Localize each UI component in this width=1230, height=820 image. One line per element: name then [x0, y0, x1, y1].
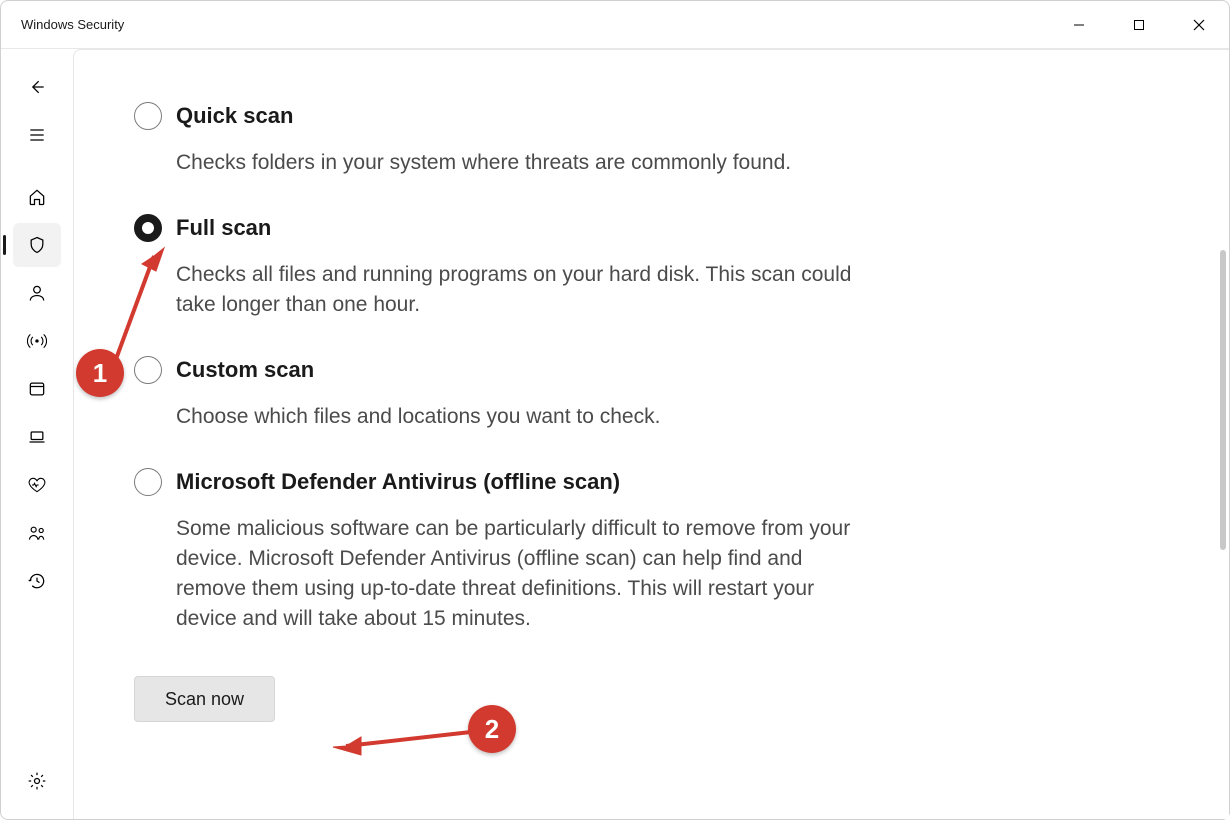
back-arrow-icon: [27, 77, 47, 97]
family-icon: [27, 523, 47, 543]
antenna-icon: [27, 331, 47, 351]
body: Quick scan Checks folders in your system…: [1, 49, 1229, 819]
radio-custom-scan[interactable]: [134, 356, 162, 384]
nav-home[interactable]: [13, 175, 61, 219]
window-icon: [27, 379, 47, 399]
maximize-icon: [1132, 18, 1146, 32]
shield-icon: [27, 235, 47, 255]
back-button[interactable]: [13, 65, 61, 109]
window-title: Windows Security: [21, 17, 124, 32]
nav-device-performance[interactable]: [13, 463, 61, 507]
radio-offline-scan[interactable]: [134, 468, 162, 496]
minimize-button[interactable]: [1049, 1, 1109, 48]
laptop-icon: [27, 427, 47, 447]
option-description: Choose which files and locations you wan…: [176, 402, 660, 432]
option-description: Checks folders in your system where thre…: [176, 148, 791, 178]
scan-options: Quick scan Checks folders in your system…: [134, 100, 874, 722]
option-title: Custom scan: [176, 354, 660, 386]
radio-full-scan[interactable]: [134, 214, 162, 242]
window-controls: [1049, 1, 1229, 48]
close-button[interactable]: [1169, 1, 1229, 48]
minimize-icon: [1072, 18, 1086, 32]
titlebar: Windows Security: [1, 1, 1229, 49]
nav-settings[interactable]: [13, 759, 61, 803]
option-title: Full scan: [176, 212, 874, 244]
option-offline-scan[interactable]: Microsoft Defender Antivirus (offline sc…: [134, 466, 874, 634]
home-icon: [27, 187, 47, 207]
maximize-button[interactable]: [1109, 1, 1169, 48]
hamburger-icon: [27, 125, 47, 145]
nav-family[interactable]: [13, 511, 61, 555]
gear-icon: [27, 771, 47, 791]
sidebar: [1, 49, 73, 819]
content-panel: Quick scan Checks folders in your system…: [73, 49, 1229, 819]
window: Windows Security: [0, 0, 1230, 820]
nav-virus-protection[interactable]: [13, 223, 61, 267]
scan-now-label: Scan now: [165, 689, 244, 710]
option-custom-scan[interactable]: Custom scan Choose which files and locat…: [134, 354, 874, 432]
option-description: Checks all files and running programs on…: [176, 260, 874, 320]
nav-history[interactable]: [13, 559, 61, 603]
person-icon: [27, 283, 47, 303]
scan-now-button[interactable]: Scan now: [134, 676, 275, 722]
option-description: Some malicious software can be particula…: [176, 514, 874, 634]
scrollbar[interactable]: [1220, 250, 1226, 550]
history-icon: [27, 571, 47, 591]
option-title: Quick scan: [176, 100, 791, 132]
option-full-scan[interactable]: Full scan Checks all files and running p…: [134, 212, 874, 320]
nav-device-security[interactable]: [13, 415, 61, 459]
radio-quick-scan[interactable]: [134, 102, 162, 130]
nav-app-browser[interactable]: [13, 367, 61, 411]
option-title: Microsoft Defender Antivirus (offline sc…: [176, 466, 874, 498]
close-icon: [1192, 18, 1206, 32]
heart-pulse-icon: [27, 475, 47, 495]
nav-firewall[interactable]: [13, 319, 61, 363]
menu-button[interactable]: [13, 113, 61, 157]
nav-account-protection[interactable]: [13, 271, 61, 315]
option-quick-scan[interactable]: Quick scan Checks folders in your system…: [134, 100, 874, 178]
